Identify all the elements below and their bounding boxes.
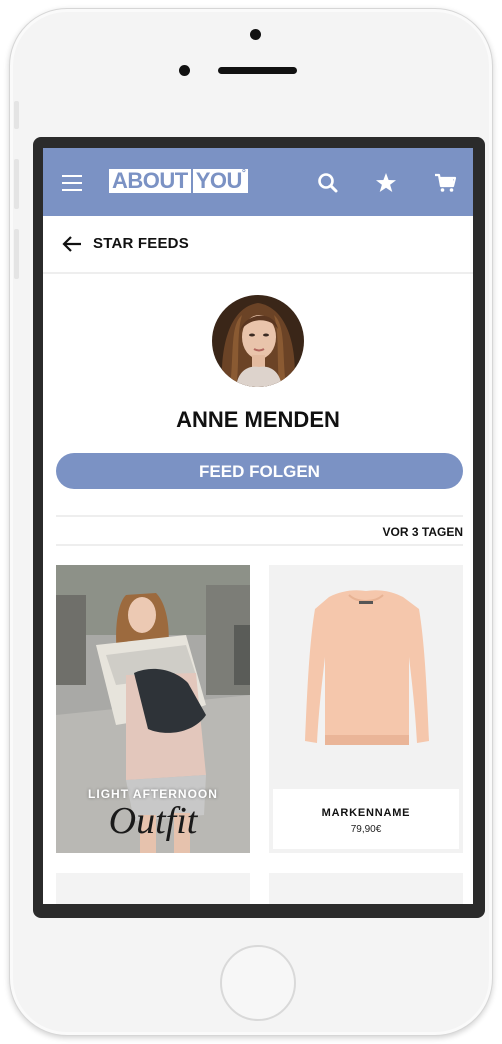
page-header: STAR FEEDS [43,216,473,274]
divider [56,515,463,517]
top-app-bar: ABOUT YOU° [43,148,473,216]
cart-icon[interactable] [432,170,458,196]
app-screen: ABOUT YOU° STAR FEEDS ANNE MENDEN FEED F… [43,148,473,904]
logo-word-about: ABOUT [109,169,191,193]
follow-feed-button[interactable]: FEED FOLGEN [56,453,463,489]
product-card[interactable]: MARKENNAME 79,90€ [269,565,463,853]
post-timestamp: VOR 3 TAGEN [382,525,463,539]
product-info: MARKENNAME 79,90€ [273,789,459,849]
product-image [269,565,463,785]
next-card-left[interactable] [56,873,250,904]
product-brand: MARKENNAME [321,807,411,819]
next-card-right[interactable] [269,873,463,904]
profile-avatar [212,295,304,387]
about-you-logo[interactable]: ABOUT YOU° [109,169,249,193]
mute-switch [14,101,19,129]
home-button[interactable] [220,945,296,1021]
search-icon[interactable] [315,170,341,196]
back-arrow-icon[interactable] [61,234,83,254]
star-icon[interactable] [373,170,399,196]
outfit-card[interactable]: LIGHT AFTERNOON Outfit [56,565,250,853]
product-price: 79,90€ [350,824,382,835]
front-camera [250,29,261,40]
logo-word-you: YOU° [192,169,249,193]
volume-up-button [14,159,19,209]
earpiece-speaker [218,67,297,74]
page-title: STAR FEEDS [93,235,189,252]
profile-name: ANNE MENDEN [176,407,340,432]
divider [56,544,463,546]
menu-icon[interactable] [62,175,82,191]
proximity-sensor [179,65,190,76]
outfit-script-title: Outfit [108,800,198,842]
volume-down-button [14,229,19,279]
